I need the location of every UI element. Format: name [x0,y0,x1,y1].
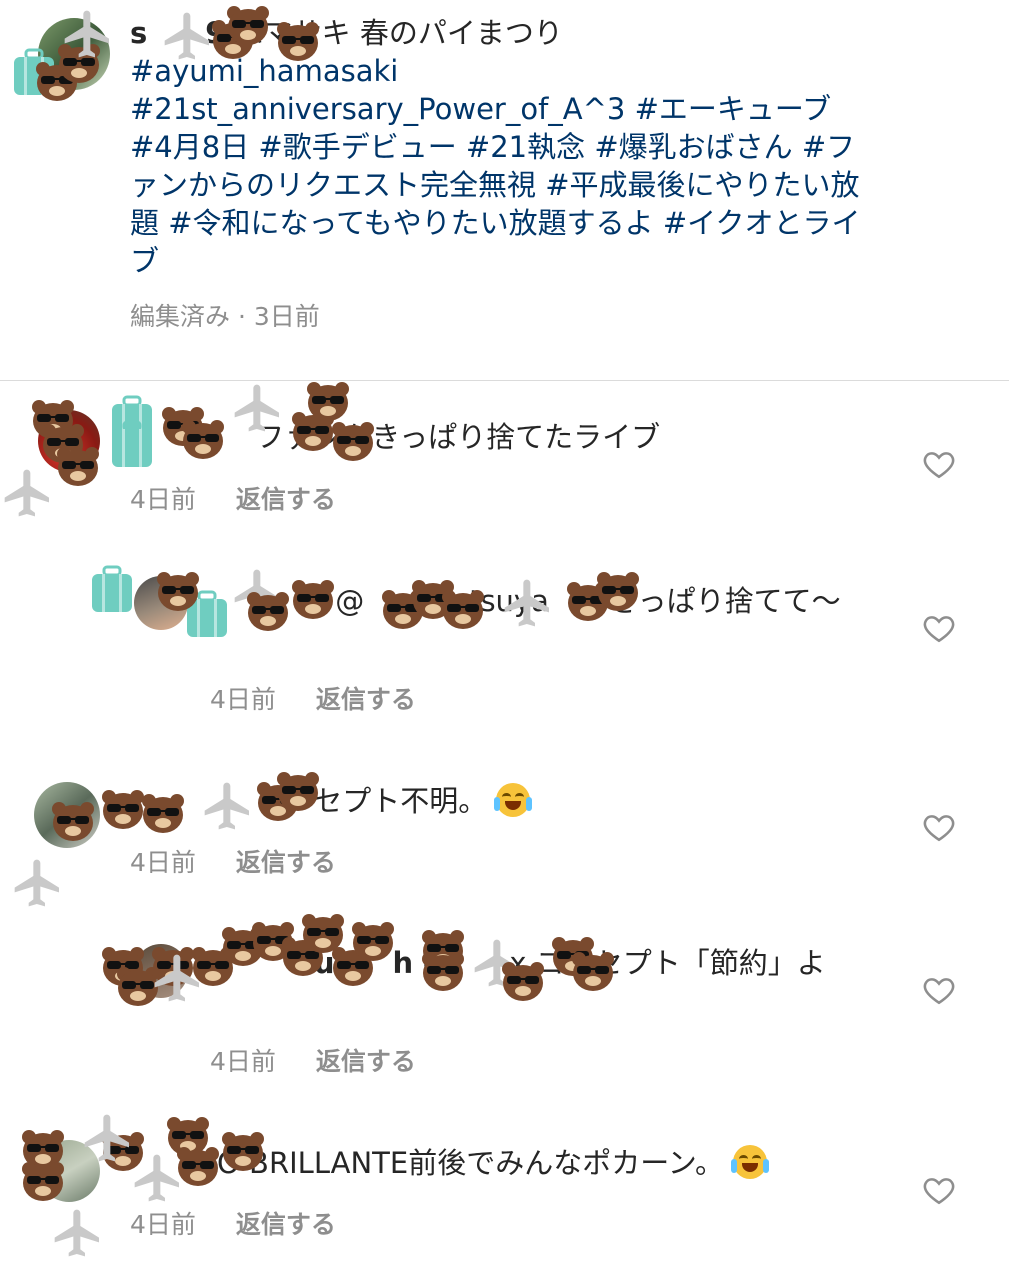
comment-username[interactable] [130,784,246,818]
heart-icon[interactable] [922,973,956,1007]
airplane-sticker [54,1209,99,1257]
reply-button[interactable]: 返信する [316,685,416,714]
comment-username[interactable] [210,584,326,618]
crying-emoji [731,1145,770,1179]
comment-text: ファンをきっぱり捨てたライブ [246,420,661,454]
laughing-tears-emoji [494,783,533,817]
comment-time: 4日前 [130,1210,196,1239]
caption-meta: 編集済み · 3日前 [130,302,320,331]
comment-3: コンセプト不明。 [130,782,900,820]
bear-sunglasses-sticker [307,382,349,421]
comment-1: ファンをきっぱり捨てたライブ [130,418,900,456]
comment-text: コンセプト不明。 [246,784,488,818]
comment-avatar[interactable] [38,410,100,472]
comment-2: @ etsuya tt きっぱり捨てて〜 [210,582,870,620]
comment-text: @ etsuya tt きっぱり捨てて〜 [326,584,841,618]
airplane-sticker [14,859,60,907]
comment-time: 4日前 [210,1047,276,1076]
comment-avatar[interactable] [38,1140,100,1202]
reply-button[interactable]: 返信する [236,485,336,514]
caption-hashtags[interactable]: #ayumi_hamasaki #21st_anniversary_Power_… [130,52,870,280]
post-caption: s 9 ハマサキ 春のパイまつり #ayumi_hamasaki #21st_a… [130,14,870,336]
suitcase-sticker [92,565,132,612]
comment-username[interactable] [130,420,246,454]
comment-actions: 4日前 返信する [210,680,416,716]
comment-text: @ x コンセプト「節約」よ [413,946,826,980]
comment-text: O BRILLANTE前後でみんなポカーン。 [217,1146,725,1180]
comment-time: 4日前 [130,848,196,877]
comment-time: 4日前 [130,485,196,514]
comment-username[interactable] [130,1146,217,1180]
reply-button[interactable]: 返信する [236,1210,336,1239]
heart-icon[interactable] [922,1173,956,1207]
reply-button[interactable]: 返信する [316,1047,416,1076]
caption-username[interactable]: s 9 [130,16,225,50]
caption-avatar[interactable] [38,18,110,90]
comment-5: O BRILLANTE前後でみんなポカーン。 [130,1144,900,1182]
comment-actions: 4日前 返信する [130,1205,336,1241]
divider [0,380,1009,381]
airplane-sticker [4,469,49,517]
comment-avatar[interactable] [134,576,188,630]
caption-text: ハマサキ 春のパイまつり [225,16,563,50]
comment-actions: 4日前 返信する [130,843,336,879]
comment-actions: 4日前 返信する [130,480,336,516]
comment-username[interactable]: zu h [210,946,413,980]
heart-icon[interactable] [922,611,956,645]
comment-avatar[interactable] [34,782,100,848]
comment-avatar[interactable] [134,944,188,998]
comment-4: zu h @ x コンセプト「節約」よ [210,944,870,982]
comment-actions: 4日前 返信する [210,1042,416,1078]
comment-time: 4日前 [210,685,276,714]
heart-icon[interactable] [922,447,956,481]
reply-button[interactable]: 返信する [236,848,336,877]
heart-icon[interactable] [922,810,956,844]
